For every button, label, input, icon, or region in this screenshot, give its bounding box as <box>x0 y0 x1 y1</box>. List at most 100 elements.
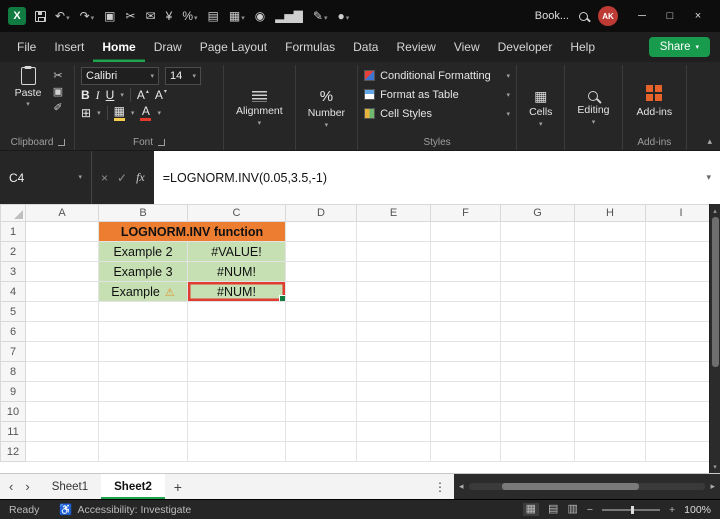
cell-E7[interactable] <box>356 341 431 362</box>
formula-input[interactable]: =LOGNORM.INV(0.05,3.5,-1) ▾ <box>153 151 720 204</box>
cell-D4[interactable] <box>285 281 357 302</box>
enter-button[interactable]: ✓ <box>117 171 127 185</box>
column-header-H[interactable]: H <box>574 204 646 222</box>
cell-I8[interactable] <box>645 361 717 382</box>
fill-color-button[interactable]: ▦ <box>114 105 125 121</box>
close-button[interactable]: × <box>684 0 712 32</box>
cell-A4[interactable] <box>25 281 99 302</box>
cell-A2[interactable] <box>25 241 99 262</box>
menu-tab-help[interactable]: Help <box>561 32 604 62</box>
cell-G12[interactable] <box>500 441 575 462</box>
cell-G7[interactable] <box>500 341 575 362</box>
zoom-in-button[interactable]: + <box>669 504 675 516</box>
cancel-button[interactable]: × <box>101 171 108 185</box>
cell-B1[interactable]: LOGNORM.INV function <box>98 221 286 242</box>
cell-G2[interactable] <box>500 241 575 262</box>
styles-item-conditional-formatting[interactable]: Conditional Formatting ▾ <box>364 67 510 84</box>
record-macro-button[interactable]: ● ▾ <box>337 10 349 22</box>
cell-E8[interactable] <box>356 361 431 382</box>
zoom-level[interactable]: 100% <box>684 504 711 516</box>
column-header-C[interactable]: C <box>187 204 286 222</box>
menu-tab-draw[interactable]: Draw <box>145 32 191 62</box>
cell-D12[interactable] <box>285 441 357 462</box>
vertical-scrollbar[interactable]: ▴ ▾ <box>709 204 720 473</box>
styles-item-format-as-table[interactable]: Format as Table ▾ <box>364 86 510 103</box>
cell-C2[interactable]: #VALUE! <box>187 241 286 262</box>
cell-H2[interactable] <box>574 241 646 262</box>
row-header-3[interactable]: 3 <box>0 261 26 282</box>
cell-A3[interactable] <box>25 261 99 282</box>
cell-E5[interactable] <box>356 301 431 322</box>
cell-B11[interactable] <box>98 421 188 442</box>
cell-G6[interactable] <box>500 321 575 342</box>
menu-tab-view[interactable]: View <box>445 32 489 62</box>
cell-H9[interactable] <box>574 381 646 402</box>
cell-H6[interactable] <box>574 321 646 342</box>
scroll-up-icon[interactable]: ▴ <box>713 204 717 217</box>
share-button[interactable]: Share ▾ <box>648 37 710 57</box>
page-break-view-button[interactable]: ▥ <box>567 504 577 515</box>
maximize-button[interactable]: □ <box>656 0 684 32</box>
format-painter-button[interactable]: ✐ <box>53 101 62 114</box>
cell-B6[interactable] <box>98 321 188 342</box>
draw-pen-button[interactable]: ✎ ▾ <box>313 10 328 22</box>
cell-G10[interactable] <box>500 401 575 422</box>
cell-B8[interactable] <box>98 361 188 382</box>
cells-menu-button[interactable]: ▦ Cells ▾ <box>523 67 558 150</box>
cell-H4[interactable] <box>574 281 646 302</box>
styles-item-cell-styles[interactable]: Cell Styles ▾ <box>364 105 510 122</box>
dialog-launcher-icon[interactable] <box>58 138 66 146</box>
cell-C3[interactable]: #NUM! <box>187 261 286 282</box>
undo-button[interactable]: ↶ ▾ <box>55 10 70 22</box>
cell-C11[interactable] <box>187 421 286 442</box>
new-sheet-button[interactable]: + <box>165 474 191 499</box>
cell-F7[interactable] <box>430 341 501 362</box>
cell-I12[interactable] <box>645 441 717 462</box>
column-header-A[interactable]: A <box>25 204 99 222</box>
cell-G11[interactable] <box>500 421 575 442</box>
row-header-1[interactable]: 1 <box>0 221 26 242</box>
decrease-font-size-button[interactable]: A ▾ <box>155 89 167 101</box>
cell-H7[interactable] <box>574 341 646 362</box>
cell-E12[interactable] <box>356 441 431 462</box>
cell-H8[interactable] <box>574 361 646 382</box>
cell-G3[interactable] <box>500 261 575 282</box>
cell-D11[interactable] <box>285 421 357 442</box>
copy-button[interactable]: ▣ <box>53 85 63 98</box>
addins-button[interactable]: Add-ins <box>629 67 681 134</box>
sheet-tab-sheet2[interactable]: Sheet2 <box>101 474 165 499</box>
row-header-2[interactable]: 2 <box>0 241 26 262</box>
scroll-left-icon[interactable]: ◂ <box>459 481 464 492</box>
redo-button[interactable]: ↷ ▾ <box>80 10 95 22</box>
accessibility-status[interactable]: ♿ Accessibility: Investigate <box>59 503 191 517</box>
row-header-8[interactable]: 8 <box>0 361 26 382</box>
horizontal-scrollbar[interactable]: ◂ ▸ <box>454 474 720 499</box>
increase-font-size-button[interactable]: A ▴ <box>137 89 149 101</box>
cell-F6[interactable] <box>430 321 501 342</box>
column-header-F[interactable]: F <box>430 204 501 222</box>
scroll-down-icon[interactable]: ▾ <box>713 460 717 473</box>
editing-menu-button[interactable]: Editing ▾ <box>571 67 615 150</box>
chart-button[interactable]: ▂▅▇ <box>275 10 303 22</box>
column-header-I[interactable]: I <box>645 204 717 222</box>
next-sheet-button[interactable]: › <box>25 479 29 494</box>
cell-F10[interactable] <box>430 401 501 422</box>
cell-E11[interactable] <box>356 421 431 442</box>
menu-tab-home[interactable]: Home <box>93 32 144 62</box>
cell-I11[interactable] <box>645 421 717 442</box>
cell-E2[interactable] <box>356 241 431 262</box>
cell-C9[interactable] <box>187 381 286 402</box>
alignment-menu-button[interactable]: Alignment ▾ <box>230 67 289 150</box>
cell-C10[interactable] <box>187 401 286 422</box>
column-header-B[interactable]: B <box>98 204 188 222</box>
cell-B12[interactable] <box>98 441 188 462</box>
cell-D1[interactable] <box>285 221 357 242</box>
cell-H12[interactable] <box>574 441 646 462</box>
cell-F5[interactable] <box>430 301 501 322</box>
print-button[interactable]: ▤ <box>208 10 219 22</box>
cell-D9[interactable] <box>285 381 357 402</box>
zoom-out-button[interactable]: − <box>587 504 593 516</box>
minimize-button[interactable]: ─ <box>628 0 656 32</box>
menu-tab-file[interactable]: File <box>8 32 45 62</box>
cell-I10[interactable] <box>645 401 717 422</box>
